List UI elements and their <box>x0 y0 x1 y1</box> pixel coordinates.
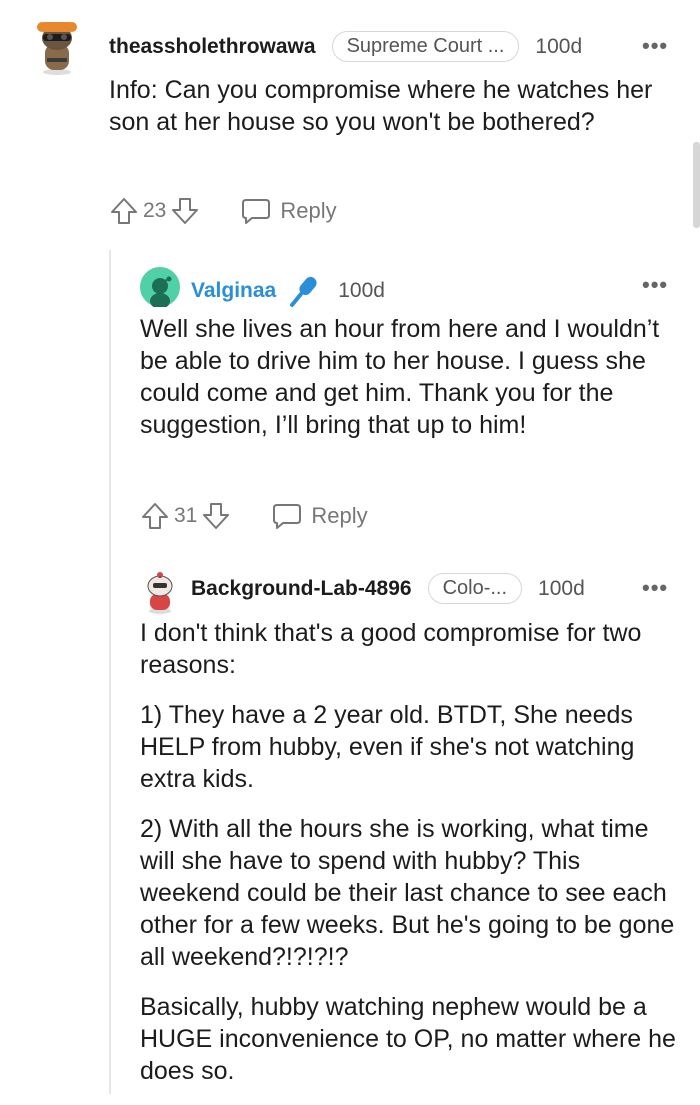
reply-button[interactable]: Reply <box>271 501 368 531</box>
comment-body: I don't think that's a good compromise f… <box>140 617 680 1105</box>
upvote-arrow-icon[interactable] <box>109 196 139 226</box>
reply-bubble-icon <box>273 504 302 529</box>
comment-paragraph: Basically, hubby watching nephew would b… <box>140 993 676 1085</box>
comment-paragraph: Info: Can you compromise where he watche… <box>109 76 653 136</box>
comment-age: 100d <box>535 34 583 58</box>
reply-label: Reply <box>280 198 337 223</box>
comment-paragraph: 1) They have a 2 year old. BTDT, She nee… <box>140 701 635 793</box>
downvote-arrow-icon[interactable] <box>170 196 200 226</box>
vote-count: 31 <box>174 504 198 527</box>
comment-paragraph: Well she lives an hour from here and I w… <box>140 315 660 439</box>
user-avatar[interactable] <box>140 570 180 614</box>
comment-age: 100d <box>338 279 385 302</box>
reply-label: Reply <box>311 503 368 528</box>
scrollbar-thumb[interactable] <box>693 142 700 228</box>
upvote-arrow-icon[interactable] <box>140 501 170 531</box>
username[interactable]: theassholethrowawa <box>109 35 316 59</box>
comment-body: Info: Can you compromise where he watche… <box>109 74 669 156</box>
comment-paragraph: I don't think that's a good compromise f… <box>140 619 642 679</box>
reply-button[interactable]: Reply <box>240 196 337 226</box>
comment-body: Well she lives an hour from here and I w… <box>140 313 670 459</box>
username[interactable]: Background-Lab-4896 <box>191 577 412 601</box>
user-avatar[interactable] <box>140 267 180 307</box>
reply-bubble-icon <box>242 199 271 224</box>
comment-age: 100d <box>538 576 585 600</box>
more-options-icon[interactable]: ••• <box>642 575 668 601</box>
user-flair: Supreme Court ... <box>331 31 520 62</box>
thread-line[interactable] <box>109 250 111 1094</box>
more-options-icon[interactable]: ••• <box>642 33 668 59</box>
vote-count: 23 <box>143 199 167 222</box>
comment-paragraph: 2) With all the hours she is working, wh… <box>140 815 675 971</box>
user-avatar[interactable] <box>32 14 82 76</box>
username[interactable]: Valginaa <box>191 279 276 303</box>
more-options-icon[interactable]: ••• <box>642 272 668 298</box>
downvote-arrow-icon[interactable] <box>201 501 231 531</box>
microphone-icon <box>290 276 317 307</box>
user-flair: Colo-... <box>427 573 523 604</box>
